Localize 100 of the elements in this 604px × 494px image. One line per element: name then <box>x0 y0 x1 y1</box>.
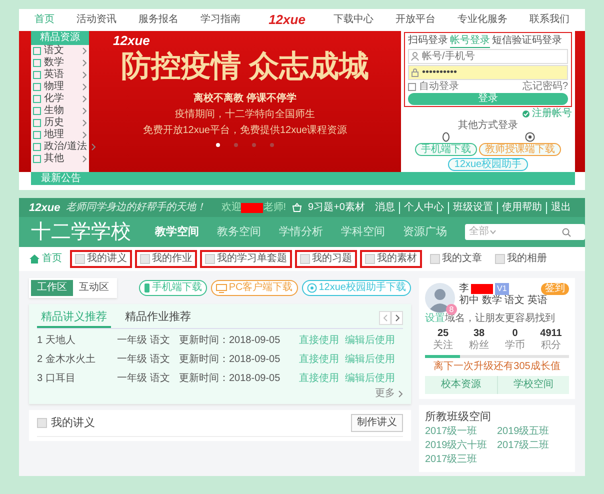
forgot-link[interactable]: 忘记密码? <box>522 81 568 92</box>
nav-link[interactable]: 学习指南 <box>200 14 241 26</box>
quick-link[interactable]: 校本资源 <box>425 376 496 394</box>
text-input[interactable]: 帐号/手机号 <box>422 51 565 62</box>
stat-label: 积分 <box>540 340 562 352</box>
subnav-link[interactable]: 我的讲义 <box>70 250 132 268</box>
nav-link[interactable]: 下载中心 <box>333 14 374 26</box>
class-link[interactable]: 2017级三班 <box>425 453 497 467</box>
download-button[interactable]: 12xue校园助手 <box>448 158 528 171</box>
top-link[interactable]: 退出 <box>546 202 575 214</box>
logo: 12xue <box>29 202 60 214</box>
class-link[interactable]: 2017级二班 <box>497 439 569 453</box>
nav-tab[interactable]: 学情分析 <box>279 226 323 238</box>
username-field[interactable]: 帐号/手机号 <box>408 49 568 64</box>
stat-value: 25 <box>436 328 450 340</box>
table-cell: 语文 <box>150 354 170 365</box>
top-link[interactable]: 消息 <box>371 202 399 214</box>
search-field[interactable]: 全部 <box>465 224 585 240</box>
user-subjects: 初中 数学 语文 英语 <box>459 295 548 307</box>
login-button[interactable]: 登录 <box>408 93 568 105</box>
edit-link[interactable]: 编辑后使用 <box>345 331 403 350</box>
greeting-text: 欢迎 <box>221 202 242 214</box>
sidebar-item[interactable]: 生物 <box>31 105 89 117</box>
table-cell: 语文 <box>150 373 170 384</box>
sidebar-item[interactable]: 数学 <box>31 57 89 69</box>
nav-tab[interactable]: 教务空间 <box>217 226 261 238</box>
nav-tab[interactable]: 学科空间 <box>341 226 385 238</box>
sidebar-item[interactable]: 地理 <box>31 129 89 141</box>
class-link[interactable]: 2017级一班 <box>425 425 497 439</box>
table-cell-text: 更新时间：2018-09-05 <box>179 334 282 348</box>
notice-label: 最新公告 <box>41 173 81 184</box>
domain-link[interactable]: 设置 <box>425 313 445 324</box>
scope-dropdown[interactable]: 全部 <box>469 226 496 238</box>
table-cell: 一年级 <box>117 354 147 365</box>
create-button[interactable]: 制作讲义 <box>351 414 403 432</box>
download-button[interactable]: PC客户端下载 <box>210 280 298 296</box>
nav-tab[interactable]: 资源广场 <box>403 226 447 238</box>
use-link[interactable]: 直接使用 <box>299 331 345 350</box>
section-title: 其他方式登录 <box>457 120 519 131</box>
banner-logo: 12xue <box>113 35 150 47</box>
top-link[interactable]: 个人中心 <box>399 202 448 214</box>
nav-link[interactable]: 联系我们 <box>529 14 570 26</box>
stat-label: 学币 <box>504 340 526 352</box>
nav-link[interactable]: 专业化服务 <box>457 14 508 26</box>
greeting-text: 老师! <box>263 202 286 214</box>
nav-link[interactable]: 首页 <box>34 14 55 26</box>
sidebar-item[interactable]: 政治/道法 <box>31 141 89 153</box>
download-button[interactable]: 12xue校园助手下载 <box>302 280 411 296</box>
school-name: 十二学学校 <box>31 220 131 244</box>
register-link[interactable]: 注册帐号 <box>532 108 572 119</box>
table-cell-text: 3 口耳目 <box>37 372 76 386</box>
download-button[interactable]: 手机端下载 <box>138 280 207 296</box>
top-link[interactable]: 班级设置 <box>448 202 497 214</box>
nav-tab[interactable]: 教学空间 <box>155 226 199 238</box>
nav-link[interactable]: 活动资讯 <box>76 14 117 26</box>
sidebar-item[interactable]: 历史 <box>31 117 89 129</box>
banner-text: 免费开放12xue平台，免费提供12xue课程资源 <box>142 125 348 137</box>
login-tab[interactable]: 短信验证码登录 <box>492 34 562 48</box>
section-title: 我的讲义 <box>51 417 95 429</box>
more-link[interactable]: 更多 <box>37 388 403 400</box>
subnav-link[interactable]: 我的素材 <box>360 250 422 268</box>
use-link[interactable]: 直接使用 <box>299 350 345 369</box>
sidebar-item[interactable]: 英语 <box>31 69 89 81</box>
basket-count: 9习题+0素材 <box>308 202 365 214</box>
nav-link[interactable]: 服务报名 <box>138 14 179 26</box>
login-tab[interactable]: 扫码登录 <box>408 34 448 48</box>
quick-link[interactable]: 学校空间 <box>496 376 569 394</box>
class-link[interactable]: 2019级五班 <box>497 425 569 439</box>
sidebar-item[interactable]: 其他 <box>31 153 89 165</box>
login-tab[interactable]: 帐号登录 <box>450 34 490 48</box>
download-button[interactable]: 教师授课端下载 <box>479 143 561 156</box>
segment-tab[interactable]: 互动区 <box>73 280 115 296</box>
sidebar-title: 精品资源 <box>31 31 89 45</box>
class-link[interactable]: 2019级六十班 <box>425 439 497 453</box>
panel-tab[interactable]: 精品讲义推荐 <box>37 308 111 328</box>
edit-link[interactable]: 编辑后使用 <box>345 350 403 369</box>
subnav-link[interactable]: 我的相册 <box>490 250 552 268</box>
subnav-link[interactable]: 首页 <box>24 250 67 268</box>
stat-label: 关注 <box>432 340 454 352</box>
panel-tab[interactable]: 精品作业推荐 <box>121 308 195 328</box>
subnav-link[interactable]: 我的习题 <box>295 250 357 268</box>
checkin-button[interactable]: 签到 <box>541 283 569 295</box>
progress-text: 离下一次升级还有305成长值 <box>432 361 562 373</box>
table-cell: 语文 <box>150 335 170 346</box>
segment-tab[interactable]: 工作区 <box>31 280 73 296</box>
edit-link[interactable]: 编辑后使用 <box>345 369 403 388</box>
sidebar-item[interactable]: 语文 <box>31 45 89 57</box>
download-button[interactable]: 手机端下载 <box>415 143 477 156</box>
password-field[interactable]: •••••••••• <box>408 65 568 80</box>
top-link[interactable]: 使用帮助 <box>497 202 546 214</box>
subnav-link[interactable]: 我的文章 <box>425 250 487 268</box>
nav-link[interactable]: 开放平台 <box>395 14 436 26</box>
subnav-link[interactable]: 我的作业 <box>135 250 197 268</box>
subnav-link[interactable]: 我的学习单套题 <box>200 250 292 268</box>
use-link[interactable]: 直接使用 <box>299 369 345 388</box>
table-cell-text: 2 金木水火土 <box>37 352 96 367</box>
banner-title: 防控疫情 众志成城 <box>120 49 370 85</box>
vip-badge: V1 <box>495 283 509 295</box>
sidebar-item[interactable]: 化学 <box>31 93 89 105</box>
sidebar-item[interactable]: 物理 <box>31 81 89 93</box>
